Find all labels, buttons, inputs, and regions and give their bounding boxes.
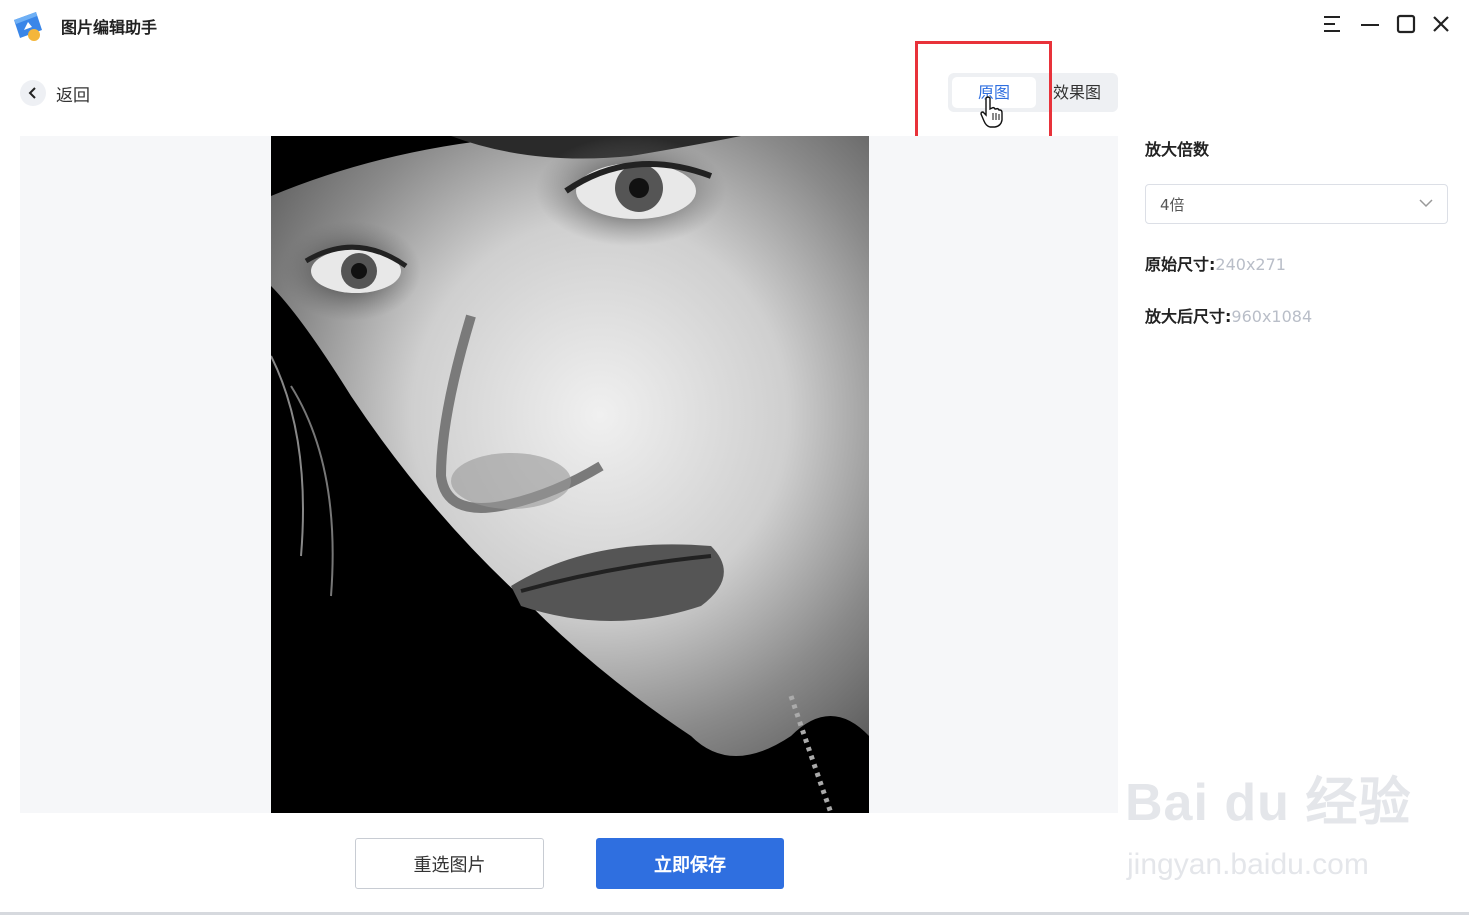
back-label: 返回: [56, 85, 90, 106]
original-size-row: 原始尺寸:240x271: [1145, 251, 1286, 275]
menu-icon[interactable]: [1320, 12, 1344, 36]
minimize-icon[interactable]: [1358, 12, 1382, 36]
back-button[interactable]: 返回: [20, 80, 90, 106]
watermark-main: Bai du 经验: [1125, 774, 1412, 832]
image-preview-area: [20, 136, 1118, 813]
watermark-sub: jingyan.baidu.com: [1127, 848, 1369, 881]
maximize-icon[interactable]: [1394, 12, 1418, 36]
watermark: Bai du 经验 jingyan.baidu.com: [1125, 760, 1412, 881]
scaled-size-label: 放大后尺寸:: [1145, 307, 1232, 326]
scale-label: 放大倍数: [1145, 140, 1210, 159]
preview-photo: [271, 136, 869, 813]
save-now-button[interactable]: 立即保存: [596, 838, 784, 889]
title-bar: 图片编辑助手: [0, 0, 1469, 50]
original-size-value: 240x271: [1215, 255, 1286, 274]
close-icon[interactable]: [1429, 12, 1453, 36]
reselect-image-button[interactable]: 重选图片: [355, 838, 544, 889]
back-chevron-icon: [20, 80, 46, 106]
original-size-label: 原始尺寸:: [1145, 255, 1216, 274]
scale-select[interactable]: 4倍: [1145, 184, 1448, 224]
app-logo-icon: [14, 12, 42, 41]
chevron-down-icon: [1419, 199, 1433, 208]
scale-select-value: 4倍: [1160, 196, 1185, 214]
scaled-size-row: 放大后尺寸:960x1084: [1145, 303, 1312, 327]
hand-cursor-icon: [980, 96, 1003, 128]
app-title: 图片编辑助手: [61, 18, 158, 37]
scaled-size-value: 960x1084: [1231, 307, 1313, 326]
